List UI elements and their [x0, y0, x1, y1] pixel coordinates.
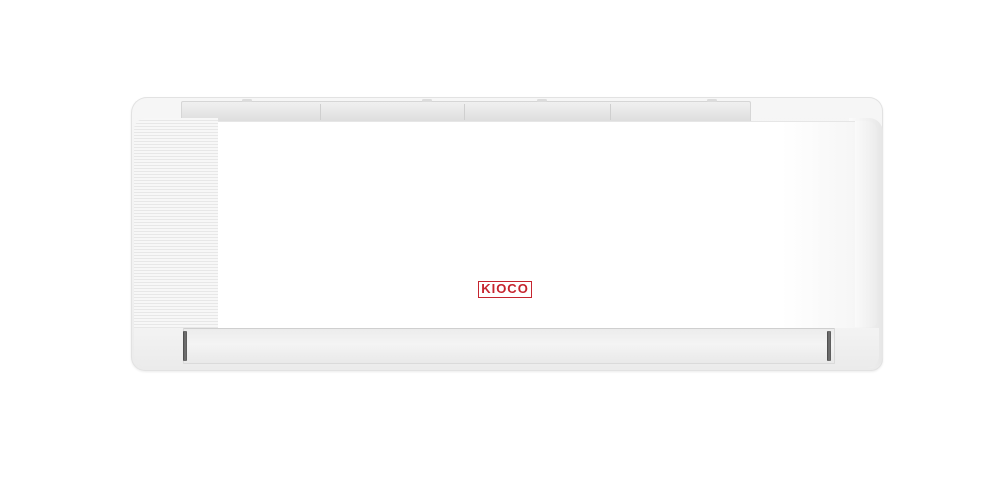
front-panel-edge — [855, 121, 877, 327]
intake-clip — [537, 99, 547, 102]
side-grille — [134, 118, 219, 328]
intake-clip — [242, 99, 252, 102]
top-air-intake — [181, 99, 751, 123]
air-louver — [183, 328, 835, 364]
intake-seam — [464, 104, 465, 120]
front-panel — [218, 121, 858, 328]
kioco-logo: KIOCO — [478, 281, 532, 298]
intake-seam — [320, 104, 321, 120]
louver-clip-left — [183, 331, 187, 361]
louver-clip-right — [827, 331, 831, 361]
intake-clip — [422, 99, 432, 102]
intake-seam — [610, 104, 611, 120]
product-image: KIOCO — [0, 0, 1000, 500]
intake-clip — [707, 99, 717, 102]
